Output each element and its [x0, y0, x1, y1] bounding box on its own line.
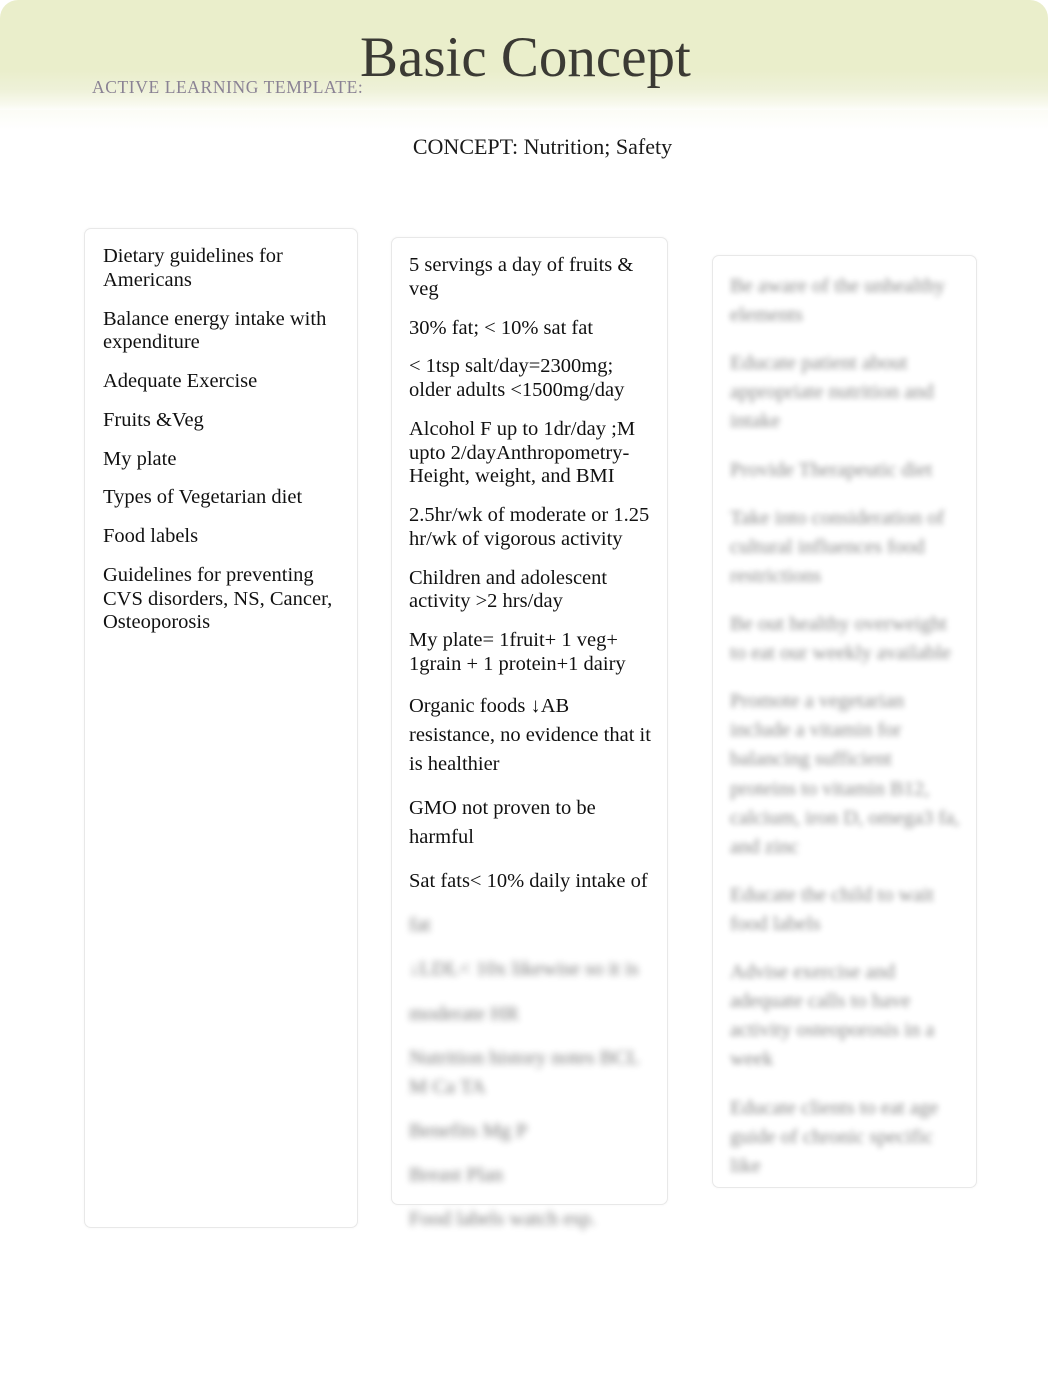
obscured-list-item: Advise exercise and adequate calls to ha… — [730, 961, 935, 1071]
list-item: 5 servings a day of fruits & veg — [409, 254, 634, 300]
obscured-list-item: moderate HR — [409, 1002, 519, 1025]
list-item: Children and adolescent activity >2 hrs/… — [409, 566, 608, 613]
obscured-list-item: Food labels watch esp. — [409, 1208, 596, 1231]
nursing-interventions-box[interactable]: Be aware of the unhealthy elements Educa… — [712, 255, 977, 1188]
list-item: GMO not proven to be harmful — [409, 797, 596, 849]
obscured-list-item: Educate clients to eat age guide of chro… — [730, 1096, 939, 1177]
obscured-list-item: Take into consideration of cultural infl… — [730, 506, 945, 587]
obscured-list-item: Benefits Mg P — [409, 1119, 528, 1142]
list-item: Sat fats< 10% daily intake of — [409, 870, 648, 893]
obscured-list-item: Educate patient about appropriate nutrit… — [730, 352, 934, 433]
list-item: My plate — [103, 447, 177, 470]
list-item: My plate= 1fruit+ 1 veg+ 1grain + 1 prot… — [409, 629, 626, 675]
list-item: Food labels — [103, 525, 199, 548]
list-item: Fruits &Veg — [103, 408, 204, 431]
obscured-list-item: Nutrition history notes BCL M Ca TA — [409, 1046, 639, 1098]
underlying-principles-box[interactable]: 5 servings a day of fruits & veg 30% fat… — [391, 237, 668, 1230]
concept-line: CONCEPT: Nutrition; Safety — [412, 134, 673, 159]
active-learning-template-kicker: ACTIVE LEARNING TEMPLATE: — [92, 77, 364, 97]
list-item: Types of Vegetarian diet — [103, 486, 303, 509]
obscured-list-item: Be out healthy overweight to eat our wee… — [730, 612, 951, 665]
list-item: 30% fat; < 10% sat fat — [409, 316, 594, 339]
obscured-list-item: ↓LDL< 10x likewise so it is — [409, 958, 639, 981]
obscured-list-item: Educate the child to wait food labels — [730, 883, 934, 935]
obscured-list-item: Be aware of the unhealthy elements — [730, 275, 946, 327]
list-item: Dietary guidelines for Americans — [103, 245, 283, 291]
list-item: Adequate Exercise — [103, 370, 258, 393]
list-item: Organic foods ↓AB resistance, no evidenc… — [409, 694, 651, 775]
list-item: Guidelines for preventing CVS disorders,… — [103, 563, 333, 634]
list-item: < 1tsp salt/day=2300mg; older adults <15… — [409, 355, 625, 402]
list-item: Alcohol F up to 1dr/day ;M upto 2/dayAnt… — [409, 417, 636, 488]
obscured-list-item: Breast Plan — [409, 1164, 503, 1187]
related-content-box[interactable]: Dietary guidelines for Americans Balance… — [84, 228, 358, 1228]
list-item: 2.5hr/wk of moderate or 1.25 hr/wk of vi… — [409, 504, 650, 550]
obscured-list-item: Provide Therapeutic diet — [730, 458, 933, 481]
obscured-list-item: fat — [409, 914, 431, 937]
page-title: Basic Concept — [360, 26, 691, 89]
list-item: Balance energy intake with expenditure — [103, 307, 327, 354]
obscured-list-item: Promote a vegetarian include a vitamin f… — [730, 690, 960, 858]
